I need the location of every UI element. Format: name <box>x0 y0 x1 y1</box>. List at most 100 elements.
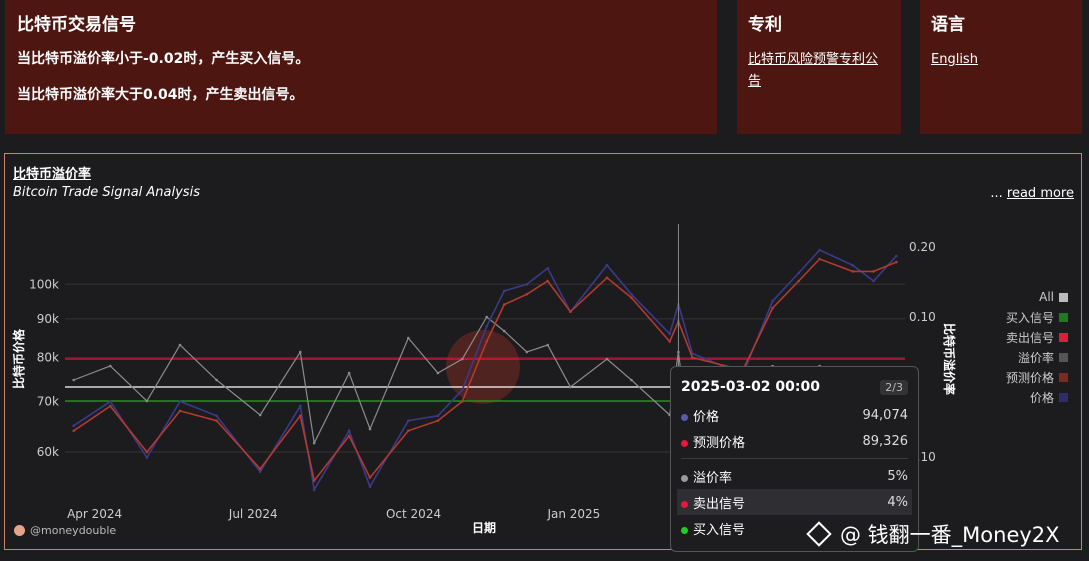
data-point <box>569 310 572 313</box>
legend-item-3[interactable]: 溢价率 <box>1006 347 1068 367</box>
data-point <box>630 293 633 296</box>
data-point <box>546 343 549 347</box>
signal-title: 比特币交易信号 <box>17 15 136 35</box>
price-dot-icon <box>681 413 688 421</box>
data-point <box>851 263 854 267</box>
data-point <box>436 414 440 418</box>
premium-dot-icon <box>681 474 688 482</box>
x-tick-label: Oct 2024 <box>386 507 441 521</box>
data-point <box>895 260 898 264</box>
tooltip-pred-label: 预测价格 <box>693 435 746 451</box>
tooltip-price-label: 价格 <box>693 409 720 425</box>
watermark-logo <box>446 330 520 404</box>
legend-label: All <box>1039 290 1054 304</box>
data-point <box>72 429 75 433</box>
legend-item-1[interactable]: 买入信号 <box>1006 307 1068 327</box>
legend-item-0[interactable]: All <box>1006 287 1068 307</box>
y-right-tick-label: 0.20 <box>909 240 936 254</box>
legend-label: 买入信号 <box>1005 310 1054 325</box>
data-point <box>797 279 800 283</box>
data-point <box>145 450 149 454</box>
data-point <box>215 378 218 382</box>
data-point <box>258 470 262 474</box>
data-point <box>818 257 821 261</box>
y-left-tick-label: 100k <box>29 277 59 291</box>
tooltip-pred-value: 89,326 <box>862 433 909 449</box>
data-point <box>525 283 529 286</box>
patent-link[interactable]: 比特币风险预警专利公告 <box>748 52 878 89</box>
data-point <box>347 434 351 438</box>
tooltip-row-price: 价格 94,074 <box>681 402 908 428</box>
data-point <box>347 371 351 375</box>
x-axis-title: 日期 <box>472 520 496 535</box>
data-point <box>407 429 410 433</box>
data-point <box>691 356 694 359</box>
data-point <box>502 289 506 293</box>
watermark-text: @ 钱翻一番_Money2X <box>840 523 1060 547</box>
data-point <box>178 400 182 403</box>
y-left-tick-label: 90k <box>37 312 59 326</box>
x-tick-label: Jul 2024 <box>228 507 278 521</box>
data-point <box>109 400 112 403</box>
chart-svg[interactable]: 100k90k80k70k60k0.200.100.10Apr 2024 Jul … <box>5 154 1081 549</box>
y-left-axis-title: 比特币价格 <box>11 328 26 389</box>
tooltip-sell-value: 4% <box>887 494 908 510</box>
data-point <box>502 303 506 306</box>
tooltip-row-pred: 预测价格 89,326 <box>681 428 908 454</box>
buy-rule-text: 当比特币溢价率小于-0.02时，产生买入信号。 <box>17 51 310 67</box>
y-left-tick-label: 70k <box>37 394 59 408</box>
data-point <box>109 404 112 408</box>
legend-label: 价格 <box>1029 390 1054 405</box>
tooltip-premium-value: 5% <box>887 468 908 484</box>
data-point <box>258 413 262 417</box>
legend-item-2[interactable]: 卖出信号 <box>1006 327 1068 347</box>
data-point <box>895 254 898 258</box>
data-point <box>368 485 372 488</box>
data-point <box>461 400 464 403</box>
data-point <box>569 385 572 389</box>
data-point <box>407 336 410 340</box>
legend: All 买入信号卖出信号溢价率预测价格价格 <box>1006 287 1068 407</box>
data-point <box>502 329 506 333</box>
data-point <box>436 371 440 375</box>
data-point <box>368 427 372 431</box>
data-point <box>72 424 75 428</box>
chart-container: 比特币溢价率 Bitcoin Trade Signal Analysis ...… <box>4 153 1082 550</box>
data-point <box>525 293 529 296</box>
legend-item-4[interactable]: 预测价格 <box>1006 367 1068 387</box>
legend-swatch <box>1059 312 1068 322</box>
legend-swatch <box>1059 352 1068 362</box>
legend-label: 卖出信号 <box>1005 330 1054 345</box>
data-point <box>605 263 609 267</box>
data-point <box>851 270 854 273</box>
data-point <box>299 404 302 408</box>
tooltip-date: 2025-03-02 00:00 <box>681 379 820 395</box>
tooltip-sell-label: 卖出信号 <box>693 496 746 512</box>
tooltip-page[interactable]: 2/3 <box>880 379 908 395</box>
tooltip-premium-label: 溢价率 <box>693 470 733 486</box>
data-point <box>546 279 549 283</box>
data-point <box>872 270 875 273</box>
legend-item-5[interactable]: 价格 <box>1006 387 1068 407</box>
data-point <box>461 357 464 361</box>
data-point <box>872 279 875 283</box>
data-point <box>485 325 489 328</box>
data-point <box>72 378 75 382</box>
credit: @moneydouble <box>14 524 116 537</box>
data-point <box>347 429 351 433</box>
legend-swatch <box>1059 332 1068 342</box>
y-left-tick-label: 80k <box>37 351 59 365</box>
data-point <box>145 456 149 459</box>
tooltip-buy-label: 买入信号 <box>693 522 746 538</box>
sell-dot-icon <box>681 500 688 508</box>
data-point <box>630 296 633 299</box>
language-panel: 语言 English <box>920 0 1082 134</box>
data-point <box>668 340 671 343</box>
language-link-english[interactable]: English <box>931 52 978 67</box>
legend-swatch <box>1059 392 1068 402</box>
signal-panel: 比特币交易信号 当比特币溢价率小于-0.02时，产生买入信号。 当比特币溢价率大… <box>5 0 717 134</box>
legend-label: 溢价率 <box>1017 350 1054 365</box>
y-left-tick-label: 60k <box>37 445 59 459</box>
y-right-tick-label: 0.10 <box>909 310 936 324</box>
data-point <box>299 414 302 418</box>
